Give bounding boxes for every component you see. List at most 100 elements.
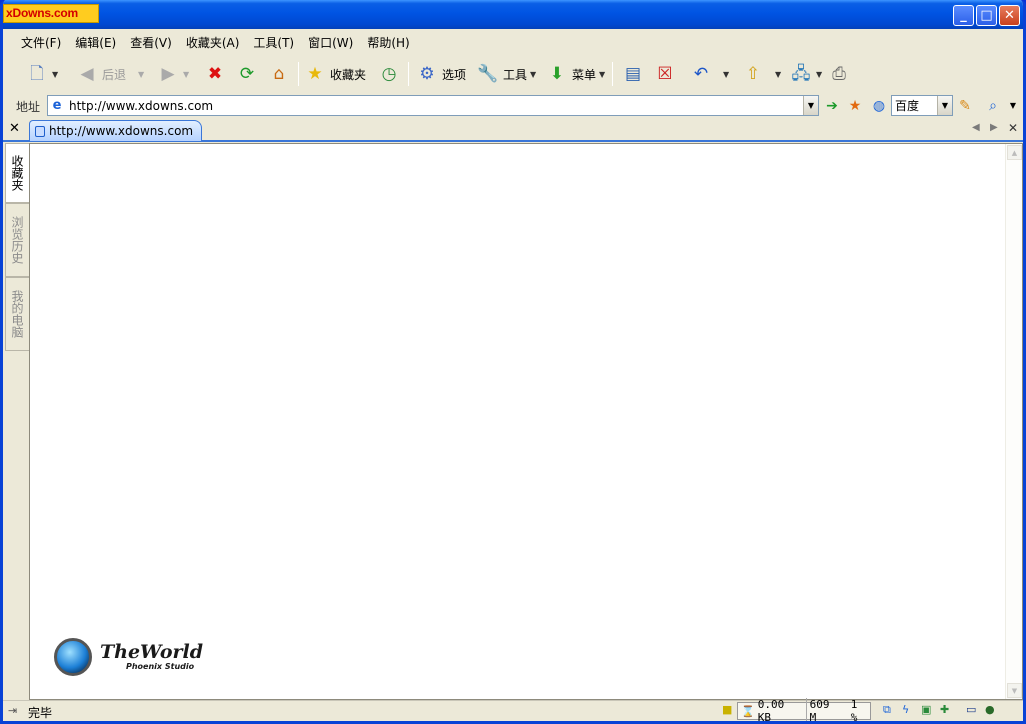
wrench-icon: 🔧 bbox=[477, 63, 499, 84]
sidebar-tab-favorites[interactable]: 收藏夹 bbox=[5, 143, 29, 203]
back-label: 后退 bbox=[102, 67, 127, 82]
maximize-button[interactable]: □ bbox=[976, 5, 997, 26]
tab-close-icon[interactable]: ✕ bbox=[1008, 121, 1018, 135]
tools-button[interactable]: 🔧 工具 ▼ bbox=[476, 61, 536, 87]
new-button[interactable]: 🗋 ▼ bbox=[25, 61, 58, 87]
theworld-globe-icon bbox=[54, 638, 92, 676]
vertical-scrollbar[interactable]: ▲ ▼ bbox=[1005, 144, 1022, 699]
dropdown-arrow-icon[interactable]: ▼ bbox=[138, 70, 144, 79]
scroll-down-icon[interactable]: ▼ bbox=[1007, 683, 1022, 698]
status-bar: ⇥ 完毕 ■ ⌛ 0.00 KB 609 M 1 % ⧉ ϟ ▣ ✚ ▭ ● bbox=[3, 698, 1023, 721]
options-label: 选项 bbox=[442, 67, 467, 82]
close-window-button[interactable]: ☒ bbox=[653, 61, 677, 87]
page-content[interactable]: TheWorld Phoenix Studio ▲ ▼ bbox=[29, 143, 1023, 700]
scroll-up-icon[interactable]: ▲ bbox=[1007, 145, 1022, 160]
down-arrow-icon: ⬇ bbox=[549, 63, 565, 84]
menu-help[interactable]: 帮助(H) bbox=[367, 34, 409, 51]
theworld-watermark: TheWorld Phoenix Studio bbox=[54, 638, 203, 676]
address-dropdown-icon[interactable]: ▼ bbox=[803, 96, 818, 115]
dropdown-arrow-icon[interactable]: ▼ bbox=[530, 70, 536, 79]
tab-title: http://www.xdowns.com bbox=[49, 124, 194, 138]
address-bar: 地址 e http://www.xdowns.com ▼ ➔ ★ ◍ 百度 ▼ … bbox=[3, 94, 1023, 118]
ie-page-icon: e bbox=[52, 98, 62, 113]
memory-usage: 609 M bbox=[805, 698, 842, 721]
toolbar-separator bbox=[298, 62, 299, 86]
fullscreen-icon[interactable]: ▭ bbox=[966, 703, 976, 716]
minimize-button[interactable]: _ bbox=[953, 5, 974, 26]
search-magnifier-icon[interactable]: ⌕ bbox=[983, 95, 1003, 116]
menu-label: 菜单 bbox=[572, 67, 597, 82]
folder-up-icon: ⇧ bbox=[745, 63, 761, 84]
toolbar-separator bbox=[612, 62, 613, 86]
plugin-icon[interactable]: ✚ bbox=[940, 703, 949, 716]
network-button[interactable]: 🖧 ▼ bbox=[789, 61, 823, 87]
download-speed: 0.00 KB bbox=[757, 698, 785, 724]
menu-file[interactable]: 文件(F) bbox=[21, 34, 61, 51]
home-icon: ⌂ bbox=[273, 63, 285, 84]
dropdown-arrow-icon[interactable]: ▼ bbox=[775, 70, 781, 79]
brand-name: TheWorld bbox=[100, 641, 204, 663]
brand-text: TheWorld Phoenix Studio bbox=[100, 641, 204, 672]
gear-icon: ⚙ bbox=[419, 63, 435, 84]
stop-icon: ✖ bbox=[207, 63, 223, 84]
refresh-icon: ⟳ bbox=[239, 63, 255, 84]
favorites-button[interactable]: ★ 收藏夹 bbox=[303, 61, 366, 87]
home-button[interactable]: ⌂ bbox=[267, 61, 291, 87]
sidebar-tab-my-computer[interactable]: 我的电脑 bbox=[5, 277, 29, 351]
dropdown-arrow-icon[interactable]: ▼ bbox=[723, 70, 729, 79]
main-toolbar: 🗋 ▼ ◀ 后退 ▼ ▶ ▼ ✖ ⟳ ⌂ ★ 收藏夹 ◷ ⚙ 选项 🔧 工具 ▼… bbox=[3, 56, 1023, 92]
undo-close-button[interactable]: ↶ ▼ bbox=[689, 61, 729, 87]
options-button[interactable]: ⚙ 选项 bbox=[415, 61, 466, 87]
highlighter-icon[interactable]: ✎ bbox=[955, 95, 975, 116]
close-button[interactable]: ✕ bbox=[999, 5, 1020, 26]
picture-icon[interactable]: ▣ bbox=[921, 703, 931, 716]
back-button[interactable]: ◀ 后退 ▼ bbox=[75, 61, 144, 87]
dropdown-arrow-icon[interactable]: ▼ bbox=[816, 70, 822, 79]
back-arrow-icon: ◀ bbox=[80, 63, 94, 84]
menu-favorites[interactable]: 收藏夹(A) bbox=[186, 34, 240, 51]
tab-scroll-right-icon[interactable]: ▶ bbox=[990, 122, 998, 133]
menu-button[interactable]: ⬇ 菜单 ▼ bbox=[545, 61, 605, 87]
add-favorite-star-icon[interactable]: ★ bbox=[845, 95, 865, 116]
search-engine-dropdown-icon[interactable]: ▼ bbox=[937, 96, 952, 115]
stop-button[interactable]: ✖ bbox=[203, 61, 227, 87]
address-label: 地址 bbox=[16, 100, 41, 114]
address-input-box[interactable]: e http://www.xdowns.com ▼ bbox=[47, 95, 819, 116]
search-engine-name: 百度 bbox=[895, 99, 920, 113]
title-bar[interactable]: xDowns.com _ □ ✕ bbox=[3, 0, 1023, 29]
search-engine-select[interactable]: 百度 ▼ bbox=[891, 95, 953, 116]
menu-window[interactable]: 窗口(W) bbox=[308, 34, 353, 51]
sidebar: 收藏夹 浏览历史 我的电脑 bbox=[3, 143, 29, 700]
layout-button[interactable]: ▤ bbox=[621, 61, 645, 87]
address-input[interactable]: http://www.xdowns.com bbox=[66, 99, 803, 113]
history-button[interactable]: ◷ bbox=[377, 61, 401, 87]
performance-monitor[interactable]: ⌛ 0.00 KB 609 M 1 % bbox=[737, 698, 871, 721]
dropdown-arrow-icon[interactable]: ▼ bbox=[599, 70, 605, 79]
window-switch-icon[interactable]: ⧉ bbox=[883, 703, 891, 717]
tab-xdowns[interactable]: http://www.xdowns.com bbox=[29, 120, 202, 141]
print-button[interactable]: ⎙ bbox=[827, 61, 851, 87]
favorites-label: 收藏夹 bbox=[330, 67, 367, 82]
flash-icon[interactable]: ϟ bbox=[902, 703, 909, 716]
tab-scroll-left-icon[interactable]: ◀ bbox=[972, 122, 980, 133]
forward-button[interactable]: ▶ ▼ bbox=[156, 61, 189, 87]
up-folder-button[interactable]: ⇧ ▼ bbox=[741, 61, 781, 87]
history-clock-icon: ◷ bbox=[381, 63, 397, 84]
network-computer-icon: 🖧 bbox=[791, 63, 811, 84]
internet-zone-icon[interactable]: ● bbox=[985, 703, 995, 716]
menu-tools[interactable]: 工具(T) bbox=[253, 34, 294, 51]
sidebar-tab-history[interactable]: 浏览历史 bbox=[5, 203, 29, 277]
tools-label: 工具 bbox=[503, 67, 528, 82]
refresh-button[interactable]: ⟳ bbox=[235, 61, 259, 87]
menu-view[interactable]: 查看(V) bbox=[130, 34, 172, 51]
dropdown-arrow-icon[interactable]: ▼ bbox=[52, 70, 58, 79]
globe-icon[interactable]: ◍ bbox=[869, 95, 889, 116]
search-dropdown-icon[interactable]: ▼ bbox=[1003, 95, 1023, 116]
undo-icon: ↶ bbox=[693, 63, 709, 84]
menu-edit[interactable]: 编辑(E) bbox=[75, 34, 116, 51]
dropdown-arrow-icon[interactable]: ▼ bbox=[183, 70, 189, 79]
note-icon[interactable]: ■ bbox=[722, 703, 732, 716]
window-brand-logo: xDowns.com bbox=[3, 4, 99, 23]
go-arrow-icon[interactable]: ➔ bbox=[822, 95, 842, 116]
sidebar-close-icon[interactable]: ✕ bbox=[9, 121, 20, 136]
